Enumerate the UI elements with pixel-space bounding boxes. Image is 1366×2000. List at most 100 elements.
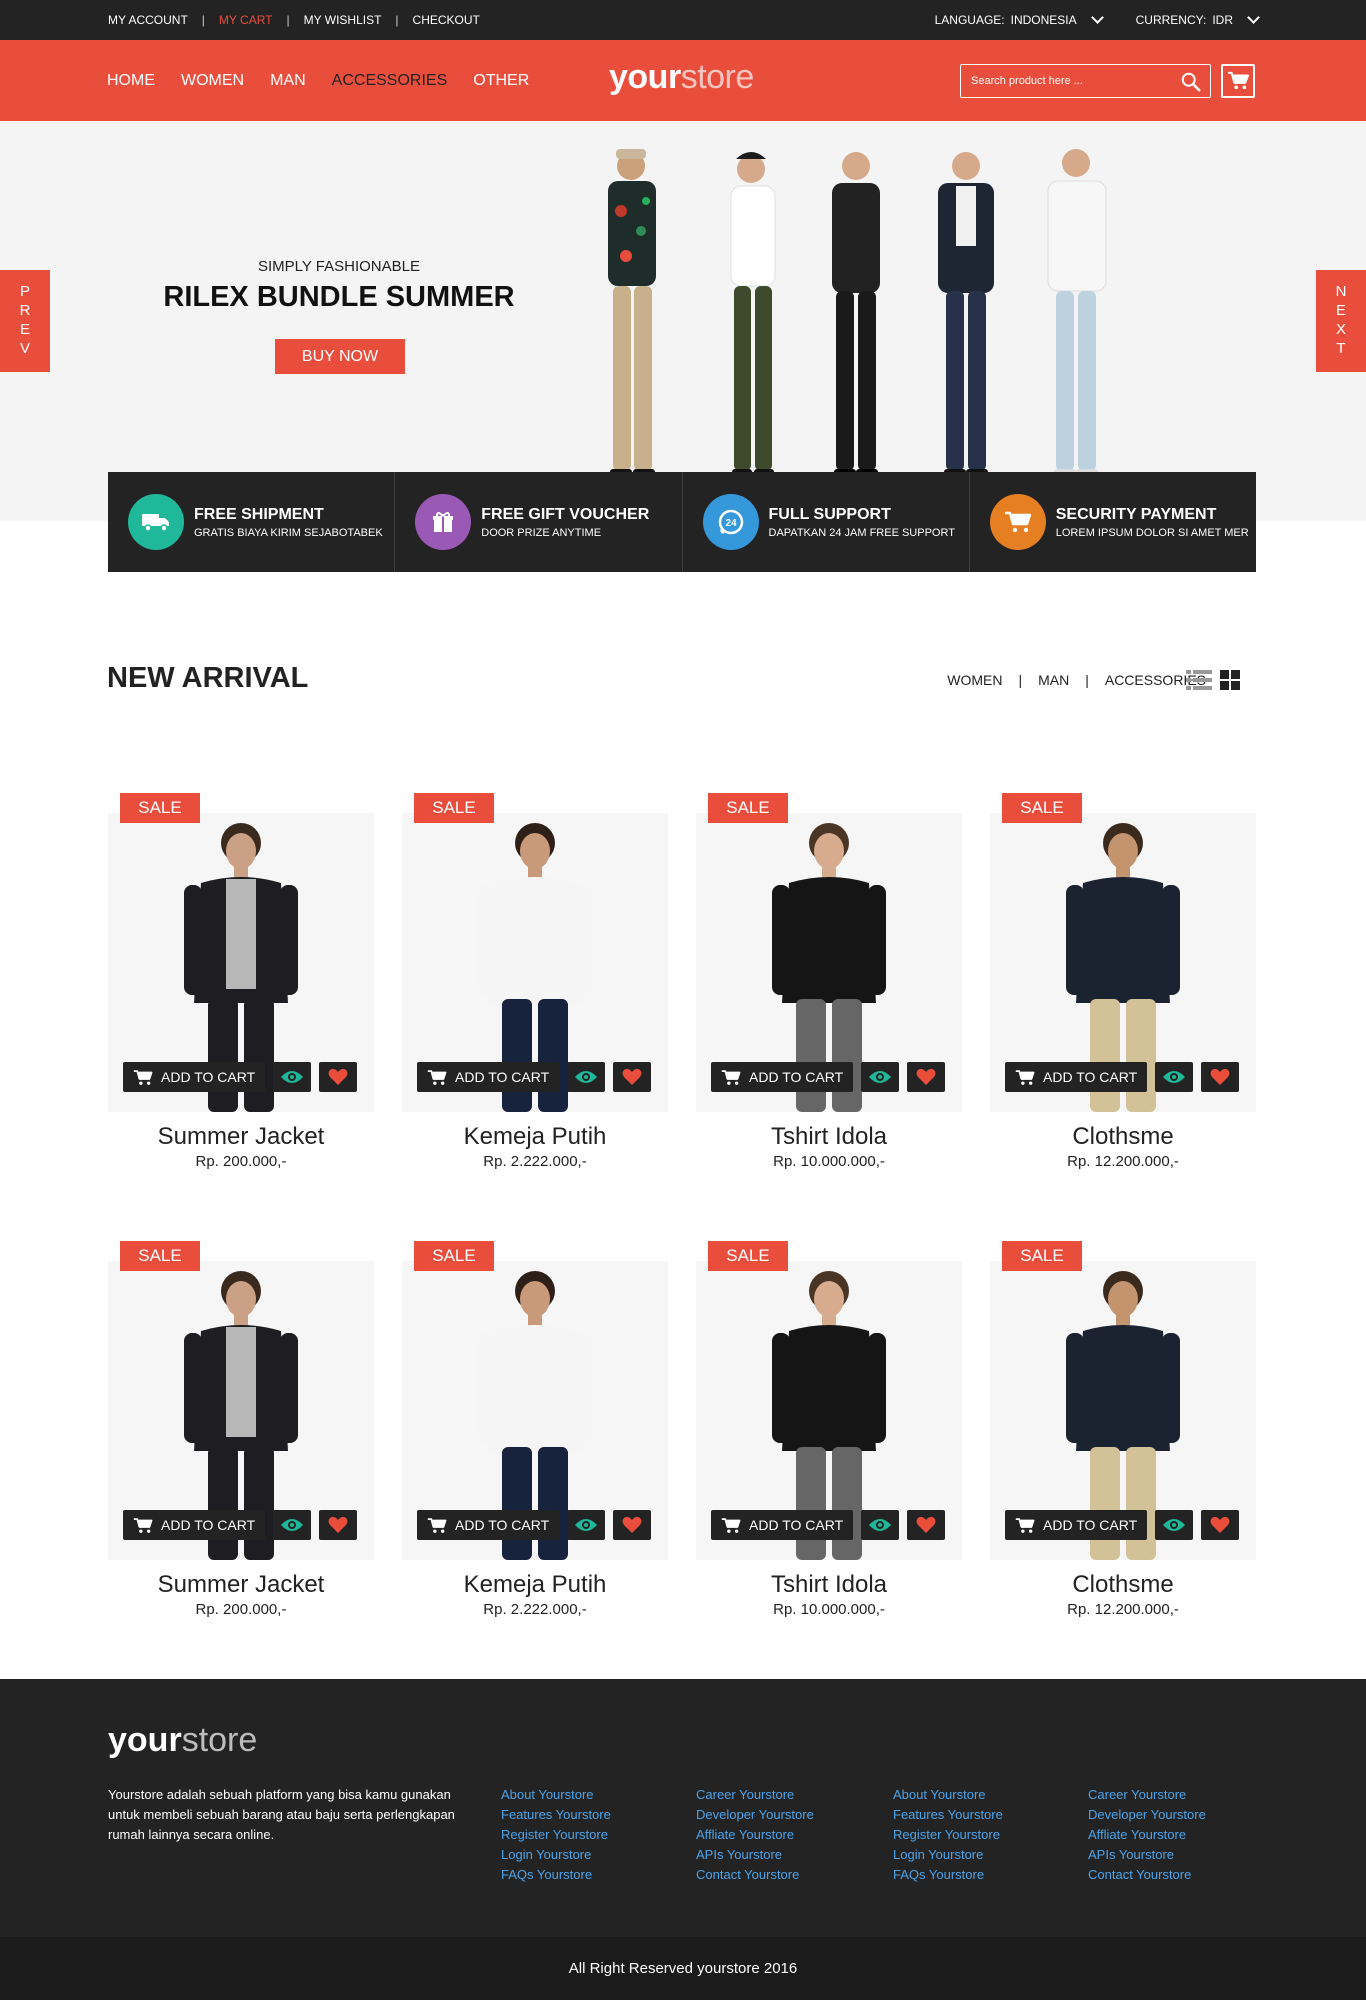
add-to-cart-button[interactable]: ADD TO CART xyxy=(711,1062,854,1092)
quick-view-button[interactable] xyxy=(861,1510,900,1540)
nav-other[interactable]: OTHER xyxy=(473,72,529,90)
product-name[interactable]: Kemeja Putih xyxy=(402,1571,668,1599)
header-cart-button[interactable] xyxy=(1221,64,1255,98)
product-name[interactable]: Clothsme xyxy=(990,1571,1256,1599)
my-account-link[interactable]: MY ACCOUNT xyxy=(108,13,188,27)
logo-bold-text: your xyxy=(609,58,681,96)
add-to-cart-button[interactable]: ADD TO CART xyxy=(417,1510,560,1540)
nav-man[interactable]: MAN xyxy=(270,72,306,90)
checkout-link[interactable]: CHECKOUT xyxy=(413,13,480,27)
wishlist-button[interactable] xyxy=(1201,1062,1240,1092)
quick-view-button[interactable] xyxy=(567,1062,606,1092)
buy-now-button[interactable]: BUY NOW xyxy=(275,339,405,374)
product-card[interactable]: SALE ADD TO CART Clothsme Rp. 12.200.000… xyxy=(990,793,1256,1183)
product-name[interactable]: Tshirt Idola xyxy=(696,1571,962,1599)
product-card[interactable]: SALE ADD TO CART Clothsme Rp. 12.200.000… xyxy=(990,1241,1256,1631)
my-cart-link[interactable]: MY CART xyxy=(219,13,273,27)
footer-link[interactable]: About Yourstore xyxy=(893,1785,1003,1805)
footer-link[interactable]: APIs Yourstore xyxy=(696,1845,814,1865)
nav-accessories[interactable]: ACCESSORIES xyxy=(332,72,448,90)
filter-women[interactable]: WOMEN xyxy=(947,672,1002,688)
footer-logo[interactable]: yourstore xyxy=(108,1721,257,1760)
add-to-cart-button[interactable]: ADD TO CART xyxy=(123,1510,266,1540)
chevron-down-icon[interactable] xyxy=(1090,11,1104,24)
footer-link[interactable]: FAQs Yourstore xyxy=(893,1865,1003,1885)
product-name[interactable]: Kemeja Putih xyxy=(402,1123,668,1151)
footer-link[interactable]: Login Yourstore xyxy=(893,1845,1003,1865)
footer-link[interactable]: Affliate Yourstore xyxy=(1088,1825,1206,1845)
product-price: Rp. 10.000.000,- xyxy=(773,1601,885,1618)
footer-link[interactable]: Login Yourstore xyxy=(501,1845,611,1865)
footer-link[interactable]: Register Yourstore xyxy=(893,1825,1003,1845)
product-card[interactable]: SALE ADD TO CART Kemeja Putih Rp. 2.222.… xyxy=(402,1241,668,1631)
footer-description: Yourstore adalah sebuah platform yang bi… xyxy=(108,1787,455,1842)
nav-women[interactable]: WOMEN xyxy=(181,72,244,90)
quick-view-button[interactable] xyxy=(861,1062,900,1092)
currency-select[interactable]: IDR xyxy=(1212,13,1233,27)
list-view-icon[interactable] xyxy=(1186,670,1212,690)
product-actions: ADD TO CART xyxy=(417,1062,652,1092)
quick-view-button[interactable] xyxy=(273,1510,312,1540)
footer-link[interactable]: Features Yourstore xyxy=(893,1805,1003,1825)
wishlist-button[interactable] xyxy=(907,1062,946,1092)
product-actions: ADD TO CART xyxy=(1005,1062,1240,1092)
footer-link[interactable]: Career Yourstore xyxy=(1088,1785,1206,1805)
wishlist-button[interactable] xyxy=(1201,1510,1240,1540)
footer-link[interactable]: Contact Yourstore xyxy=(1088,1865,1206,1885)
footer-link[interactable]: About Yourstore xyxy=(501,1785,611,1805)
product-card[interactable]: SALE ADD TO CART Summer Jacket Rp. 200.0… xyxy=(108,793,374,1183)
top-bar: MY ACCOUNT | MY CART | MY WISHLIST | CHE… xyxy=(0,0,1366,40)
quick-view-button[interactable] xyxy=(1155,1062,1194,1092)
product-name[interactable]: Summer Jacket xyxy=(108,1571,374,1599)
divider: | xyxy=(201,13,205,27)
wishlist-button[interactable] xyxy=(613,1062,652,1092)
site-logo[interactable]: yourstore xyxy=(609,58,754,97)
prev-label: PREV xyxy=(16,283,34,359)
my-wishlist-link[interactable]: MY WISHLIST xyxy=(304,13,382,27)
product-card[interactable]: SALE ADD TO CART Tshirt Idola Rp. 10.000… xyxy=(696,1241,962,1631)
grid-view-icon[interactable] xyxy=(1220,670,1240,690)
wishlist-button[interactable] xyxy=(319,1510,358,1540)
account-links: MY ACCOUNT | MY CART | MY WISHLIST | CHE… xyxy=(108,0,480,40)
quick-view-button[interactable] xyxy=(273,1062,312,1092)
wishlist-button[interactable] xyxy=(319,1062,358,1092)
footer-link[interactable]: Contact Yourstore xyxy=(696,1865,814,1885)
footer-link[interactable]: Developer Yourstore xyxy=(696,1805,814,1825)
search-icon[interactable] xyxy=(1180,71,1202,93)
footer-link[interactable]: Developer Yourstore xyxy=(1088,1805,1206,1825)
chevron-down-icon[interactable] xyxy=(1247,11,1260,24)
copyright-text: All Right Reserved yourstore 2016 xyxy=(568,1960,798,1977)
footer-link[interactable]: Career Yourstore xyxy=(696,1785,814,1805)
add-to-cart-button[interactable]: ADD TO CART xyxy=(123,1062,266,1092)
search-input[interactable] xyxy=(961,75,1171,87)
add-to-cart-button[interactable]: ADD TO CART xyxy=(417,1062,560,1092)
product-card[interactable]: SALE ADD TO CART Tshirt Idola Rp. 10.000… xyxy=(696,793,962,1183)
product-card[interactable]: SALE ADD TO CART Kemeja Putih Rp. 2.222.… xyxy=(402,793,668,1183)
divider: | xyxy=(395,13,399,27)
divider: | xyxy=(286,13,290,27)
wishlist-button[interactable] xyxy=(907,1510,946,1540)
footer-link[interactable]: Register Yourstore xyxy=(501,1825,611,1845)
add-to-cart-button[interactable]: ADD TO CART xyxy=(1005,1062,1148,1092)
add-to-cart-label: ADD TO CART xyxy=(749,1517,844,1533)
filter-man[interactable]: MAN xyxy=(1038,672,1069,688)
product-price: Rp. 2.222.000,- xyxy=(483,1601,587,1618)
product-name[interactable]: Tshirt Idola xyxy=(696,1123,962,1151)
footer-link[interactable]: Affliate Yourstore xyxy=(696,1825,814,1845)
product-name[interactable]: Summer Jacket xyxy=(108,1123,374,1151)
nav-home[interactable]: HOME xyxy=(107,72,155,90)
product-card[interactable]: SALE ADD TO CART Summer Jacket Rp. 200.0… xyxy=(108,1241,374,1631)
footer-link[interactable]: FAQs Yourstore xyxy=(501,1865,611,1885)
quick-view-button[interactable] xyxy=(567,1510,606,1540)
quick-view-button[interactable] xyxy=(1155,1510,1194,1540)
language-select[interactable]: INDONESIA xyxy=(1011,13,1077,27)
search-box xyxy=(960,64,1211,98)
footer-link[interactable]: APIs Yourstore xyxy=(1088,1845,1206,1865)
product-name[interactable]: Clothsme xyxy=(990,1123,1256,1151)
next-slide-button[interactable]: NEXT xyxy=(1316,270,1366,372)
prev-slide-button[interactable]: PREV xyxy=(0,270,50,372)
add-to-cart-button[interactable]: ADD TO CART xyxy=(711,1510,854,1540)
add-to-cart-button[interactable]: ADD TO CART xyxy=(1005,1510,1148,1540)
wishlist-button[interactable] xyxy=(613,1510,652,1540)
footer-link[interactable]: Features Yourstore xyxy=(501,1805,611,1825)
